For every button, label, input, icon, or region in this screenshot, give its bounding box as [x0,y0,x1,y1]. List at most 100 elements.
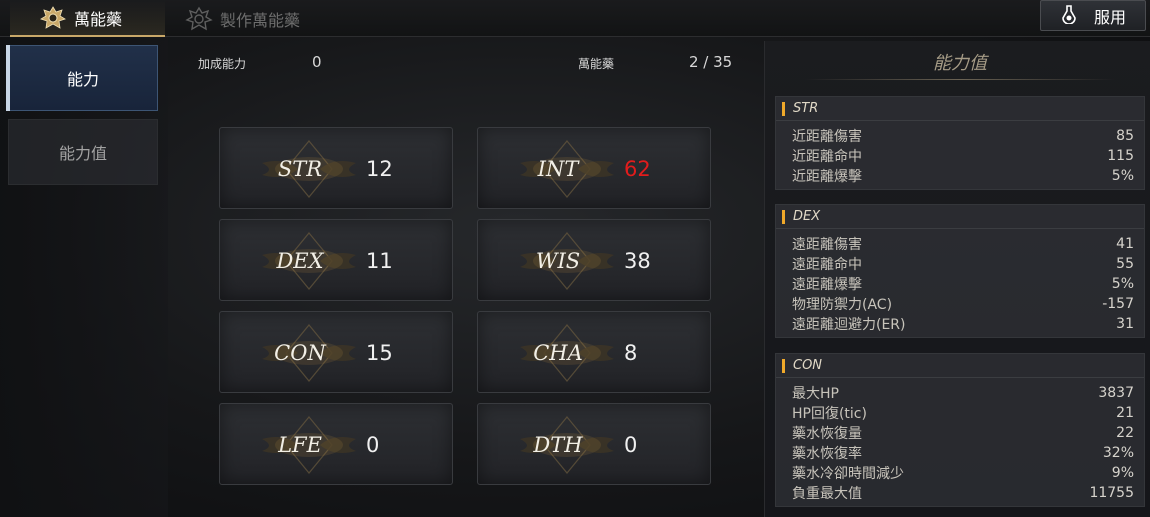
stat-card-cha[interactable]: CHA 8 [477,311,711,393]
ability-label: 遠距離傷害 [792,237,862,253]
use-button-label: 服用 [1093,7,1126,27]
ability-value: 31 [1116,316,1134,332]
stat-card-str[interactable]: STR 12 [219,127,453,209]
ability-label: 遠距離命中 [792,257,862,273]
nav-item-ability-values[interactable]: 能力值 [8,119,158,185]
stat-value: 0 [624,433,638,457]
ability-value: 22 [1116,425,1134,441]
ability-value: 3837 [1098,385,1134,401]
ability-row: 藥水冷卻時間減少 9% [792,463,1134,483]
ability-label: HP回復(tic) [792,406,867,422]
ability-row: 藥水恢復量 22 [792,423,1134,443]
ability-row: 遠距離命中 55 [792,254,1134,274]
section-title: DEX [793,209,821,224]
ability-label: 藥水恢復量 [792,426,862,442]
nav-item-label: 能力值 [58,144,107,163]
stat-value: 0 [366,433,380,457]
stat-value: 15 [366,341,393,365]
section-marker [782,358,785,373]
section-marker [782,209,785,224]
ability-panel: 能力值 STR 近距離傷害 85 近距離命中 115 近距離爆擊 5% DEX 遠距離傷害 41 遠… [764,41,1150,517]
ability-label: 遠距離迴避力(ER) [792,317,906,333]
ability-value: 5% [1111,276,1134,292]
stat-name: INT [537,157,579,181]
section-dex: DEX 遠距離傷害 41 遠距離命中 55 遠距離爆擊 5% 物理防禦力(AC) -157 遠距離… [775,204,1145,338]
ability-label: 物理防禦力(AC) [792,297,893,313]
stat-name: STR [277,157,323,181]
stat-value: 38 [624,249,651,273]
ability-row: 遠距離迴避力(ER) 31 [792,314,1134,334]
section-header: CON [776,354,1144,378]
title-divider [805,79,1115,80]
ability-label: 負重最大值 [792,486,862,502]
ability-value: 55 [1116,256,1134,272]
ability-row: 物理防禦力(AC) -157 [792,294,1134,314]
ability-row: 藥水恢復率 32% [792,443,1134,463]
section-con: CON 最大HP 3837 HP回復(tic) 21 藥水恢復量 22 藥水恢復率 32% 藥水冷… [775,353,1145,507]
nav-item-stats[interactable]: 能力 [6,45,158,111]
ability-row: 近距離命中 115 [792,146,1134,166]
ability-value: 9% [1111,465,1134,481]
ability-panel-title: 能力值 [933,53,987,74]
elixir-label: 萬能藥 [578,57,615,71]
stat-name: WIS [535,249,581,273]
elixir-count: 2 / 35 [689,53,733,71]
bonus-stat-label: 加成能力 [198,57,247,71]
stat-card-con[interactable]: CON 15 [219,311,453,393]
section-str: STR 近距離傷害 85 近距離命中 115 近距離爆擊 5% [775,96,1145,190]
ability-value: 85 [1116,128,1134,144]
ability-row: 負重最大值 11755 [792,483,1134,503]
section-marker [782,101,785,116]
ability-row: HP回復(tic) 21 [792,403,1134,423]
stat-name: LFE [278,433,322,457]
ability-label: 藥水恢復率 [792,446,862,462]
stat-value: 62 [624,157,651,181]
bonus-stat-value: 0 [312,53,322,71]
stat-card-dth[interactable]: DTH 0 [477,403,711,485]
ability-value: 41 [1116,236,1134,252]
tab-craft-elixir[interactable]: 製作萬能藥 [184,0,300,37]
stat-name: DEX [276,249,324,273]
tab-elixir[interactable]: 萬能藥 [10,0,165,37]
ability-value: 5% [1111,168,1134,184]
ability-value: -157 [1102,296,1134,312]
ability-row: 遠距離爆擊 5% [792,274,1134,294]
ability-label: 遠距離爆擊 [792,277,862,293]
ability-row: 近距離傷害 85 [792,126,1134,146]
stat-value: 8 [624,341,638,365]
stat-card-dex[interactable]: DEX 11 [219,219,453,301]
stat-value: 12 [366,157,393,181]
top-tab-bar: 萬能藥 製作萬能藥 服用 [0,0,1150,37]
stat-card-lfe[interactable]: LFE 0 [219,403,453,485]
section-header: DEX [776,205,1144,229]
stat-card-int[interactable]: INT 62 [477,127,711,209]
ability-row: 最大HP 3837 [792,383,1134,403]
tab-label: 製作萬能藥 [220,10,301,30]
ability-label: 近距離爆擊 [792,169,862,185]
crafting-crest-icon [184,4,214,34]
ability-row: 遠距離傷害 41 [792,234,1134,254]
ability-row: 近距離爆擊 5% [792,166,1134,186]
use-elixir-button[interactable]: 服用 [1040,0,1146,31]
section-title: STR [793,101,819,116]
ability-label: 近距離傷害 [792,129,862,145]
crest-icon [38,3,68,33]
stat-value: 11 [366,249,393,273]
stat-name: DTH [533,433,583,457]
stat-name: CHA [533,341,583,365]
section-header: STR [776,97,1144,121]
potion-flask-icon [1060,4,1078,28]
side-nav: 能力 能力值 [0,37,168,517]
ability-value: 11755 [1089,485,1134,501]
section-title: CON [793,358,823,373]
tab-label: 萬能藥 [74,9,123,29]
stat-name: CON [274,341,326,365]
ability-value: 32% [1102,445,1134,461]
ability-label: 最大HP [792,386,839,402]
nav-item-label: 能力 [66,70,99,89]
stat-card-wis[interactable]: WIS 38 [477,219,711,301]
ability-label: 藥水冷卻時間減少 [792,466,904,482]
ability-value: 21 [1116,405,1134,421]
ability-label: 近距離命中 [792,149,862,165]
ability-value: 115 [1107,148,1134,164]
